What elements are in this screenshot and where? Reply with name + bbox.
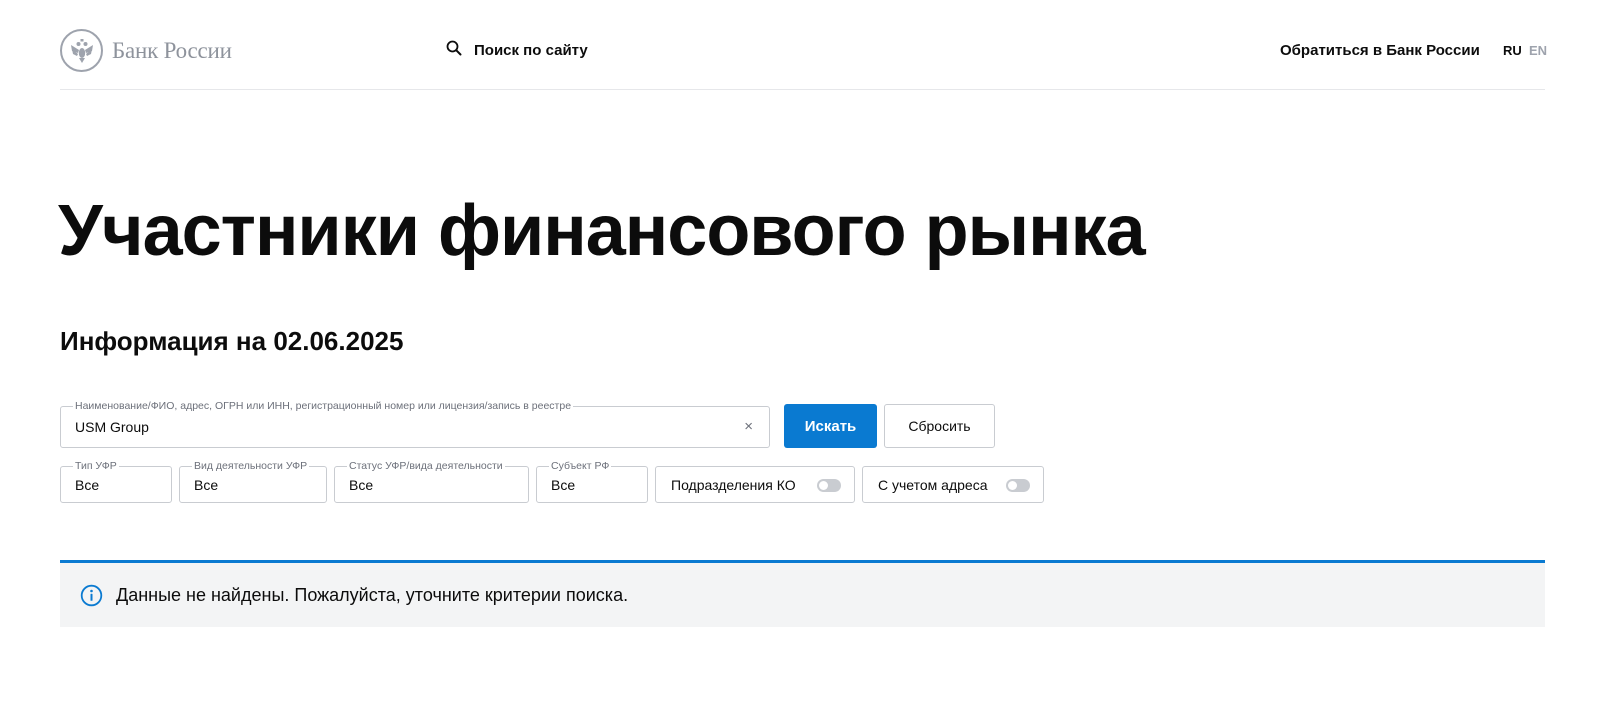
info-circle-icon [80, 584, 103, 607]
filter-value: Все [349, 477, 374, 493]
filter-status[interactable]: Статус УФР/вида деятельности Все [334, 460, 529, 503]
toggle-with-address[interactable]: С учетом адреса [862, 466, 1044, 503]
filter-legend: Тип УФР [73, 460, 119, 472]
site-search-button[interactable]: Поиск по сайту [446, 40, 588, 61]
filter-legend: Вид деятельности УФР [192, 460, 310, 472]
no-results-notice: Данные не найдены. Пожалуйста, уточните … [60, 560, 1545, 627]
logo-text: Банк России [112, 37, 232, 63]
site-header: Банк России Поиск по сайту Обратиться в … [60, 0, 1547, 90]
contact-bank-link[interactable]: Обратиться в Банк России [1280, 42, 1480, 59]
toggle-label: Подразделения КО [671, 476, 796, 493]
toggle-ko-divisions[interactable]: Подразделения КО [655, 466, 855, 503]
lang-en[interactable]: EN [1529, 43, 1547, 58]
registry-search-input[interactable]: Наименование/ФИО, адрес, ОГРН или ИНН, р… [60, 400, 770, 448]
search-button[interactable]: Искать [784, 404, 877, 448]
filter-legend: Статус УФР/вида деятельности [347, 460, 505, 472]
toggle-label: С учетом адреса [878, 476, 988, 493]
info-date: Информация на 02.06.2025 [60, 326, 404, 356]
toggle-switch[interactable] [817, 479, 841, 492]
search-icon [446, 40, 462, 61]
filter-ufr-type[interactable]: Тип УФР Все [60, 460, 172, 503]
search-input-legend: Наименование/ФИО, адрес, ОГРН или ИНН, р… [73, 400, 574, 412]
toggle-knob [1008, 481, 1017, 490]
toggle-switch[interactable] [1006, 479, 1030, 492]
filter-value: Все [551, 477, 576, 493]
filter-region[interactable]: Субъект РФ Все [536, 460, 648, 503]
filter-value: Все [75, 477, 100, 493]
bank-logo[interactable]: Банк России [60, 29, 232, 72]
toggle-knob [819, 481, 828, 490]
lang-ru[interactable]: RU [1503, 43, 1522, 58]
filter-activity-type[interactable]: Вид деятельности УФР Все [179, 460, 327, 503]
filter-legend: Субъект РФ [549, 460, 612, 472]
search-label: Поиск по сайту [474, 42, 588, 59]
eagle-emblem-icon [60, 29, 103, 72]
clear-icon[interactable]: × [744, 418, 753, 436]
page-title: Участники финансового рынка [58, 191, 1146, 271]
filter-value: Все [194, 477, 219, 493]
search-input-value[interactable]: USM Group [75, 419, 149, 435]
notice-text: Данные не найдены. Пожалуйста, уточните … [116, 584, 629, 605]
reset-button[interactable]: Сбросить [884, 404, 995, 448]
